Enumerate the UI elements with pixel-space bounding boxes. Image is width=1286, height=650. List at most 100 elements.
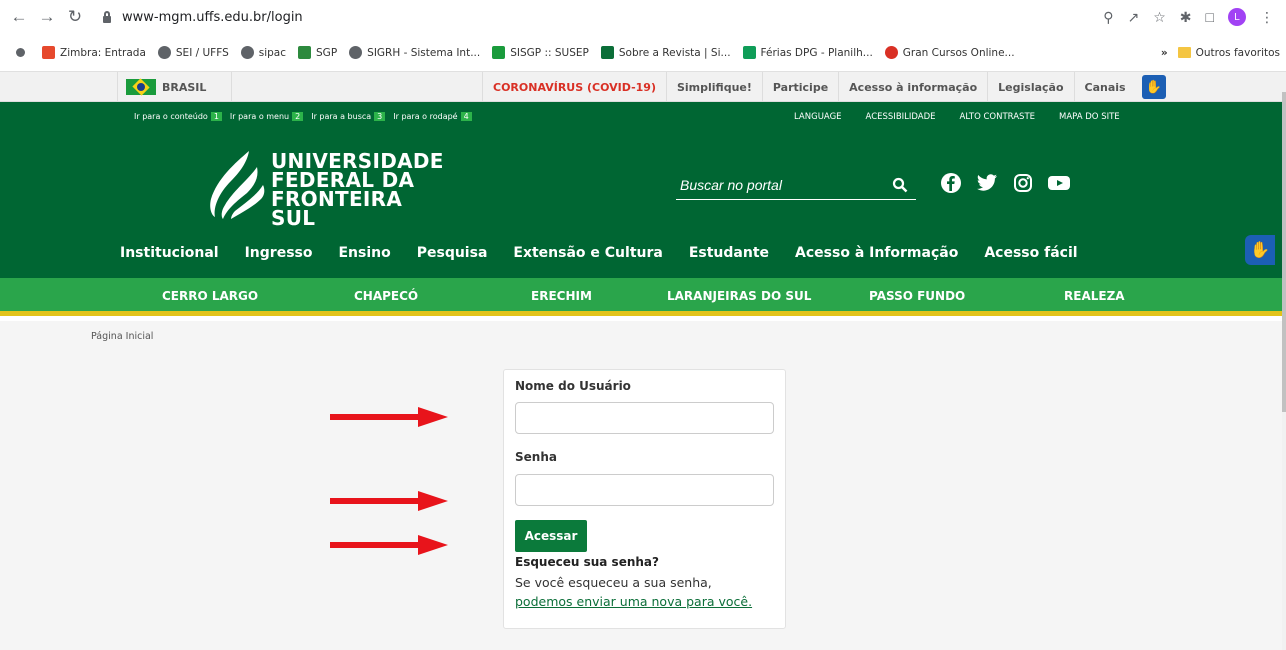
key-icon[interactable]: ⚲ [1103,9,1113,26]
main-menu: Institucional Ingresso Ensino Pesquisa E… [120,245,1104,261]
reset-password-link[interactable]: podemos enviar uma nova para você. [515,594,752,609]
annotation-arrow-icon [330,535,448,555]
gov-link-covid[interactable]: CORONAVÍRUS (COVID-19) [482,72,666,102]
gov-link-acesso-informacao[interactable]: Acesso à informação [838,72,987,102]
bookmark-globe-icon [240,46,254,59]
menu-extensao-cultura[interactable]: Extensão e Cultura [513,245,662,261]
gov-link-simplifique[interactable]: Simplifique! [665,72,762,102]
username-label: Nome do Usuário [515,379,631,393]
annotation-arrow-icon [330,491,448,511]
menu-pesquisa[interactable]: Pesquisa [417,245,488,261]
page-scrollbar[interactable] [1282,72,1286,650]
skip-link-content[interactable]: Ir para o conteúdo 1 [134,112,222,121]
forgot-password-title: Esqueceu sua senha? [515,555,659,569]
campus-passo-fundo[interactable]: PASSO FUNDO [869,289,965,303]
menu-estudante[interactable]: Estudante [689,245,769,261]
bookmark-item[interactable]: Gran Cursos Online... [884,46,1015,59]
page-content: Página Inicial Nome do Usuário Senha Ace… [0,321,1282,650]
bookmarks-bar: Zimbra: Entrada SEI / UFFS sipac SGP SIG… [0,34,1286,72]
bookmark-globe-icon [349,46,363,59]
address-bar[interactable]: www-mgm.uffs.edu.br/login [92,4,1103,30]
facebook-icon[interactable] [940,172,962,194]
accessibility-link[interactable]: ACESSIBILIDADE [866,112,936,122]
star-icon[interactable]: ☆ [1153,9,1166,26]
url-text[interactable]: www-mgm.uffs.edu.br/login [122,10,303,25]
bookmark-item[interactable]: SISGP :: SUSEP [492,46,589,59]
extensions-icon[interactable]: ✱ [1180,9,1192,26]
menu-ingresso[interactable]: Ingresso [245,245,313,261]
login-form: Nome do Usuário Senha Acessar Esqueceu s… [503,369,786,629]
youtube-icon[interactable] [1048,172,1070,194]
campus-chapeco[interactable]: CHAPECÓ [354,289,418,303]
gov-link-canais[interactable]: Canais [1073,72,1136,102]
libras-hands-icon[interactable]: ✋ [1245,235,1275,265]
uffs-logo[interactable]: UNIVERSIDADE FEDERAL DA FRONTEIRA SUL [205,149,443,228]
folder-icon [1177,47,1191,58]
skip-link-footer[interactable]: Ir para o rodapé 4 [393,112,472,121]
bookmark-favicon-icon [600,46,614,59]
forgot-password-text: Se você esqueceu a sua senha, podemos en… [515,575,753,609]
breadcrumb[interactable]: Página Inicial [91,331,153,342]
bookmark-item[interactable]: Férias DPG - Planilh... [742,46,873,59]
other-bookmarks-button[interactable]: Outros favoritos [1196,47,1280,59]
twitter-icon[interactable] [976,172,998,194]
campus-laranjeiras-do-sul[interactable]: LARANJEIRAS DO SUL [667,289,811,303]
high-contrast-link[interactable]: ALTO CONTRASTE [960,112,1035,122]
password-field[interactable] [515,474,774,506]
skip-link-search[interactable]: Ir para a busca 3 [311,112,386,121]
bookmark-item[interactable]: Zimbra: Entrada [42,46,146,59]
bookmarks-overflow-button[interactable]: » [1161,47,1168,59]
window-icon[interactable]: □ [1206,9,1214,25]
gov-link-participe[interactable]: Participe [761,72,838,102]
gov-bar: BRASIL CORONAVÍRUS (COVID-19) Simplifiqu… [0,72,1282,102]
campus-bar: CERRO LARGO CHAPECÓ ERECHIM LARANJEIRAS … [0,278,1282,316]
lock-icon [102,11,112,23]
campus-erechim[interactable]: ERECHIM [531,289,592,303]
username-field[interactable] [515,402,774,434]
skip-links: Ir para o conteúdo 1 Ir para o menu 2 Ir p… [134,112,472,121]
forward-icon[interactable]: → [36,6,58,28]
reload-icon[interactable]: ↻ [64,6,86,28]
menu-institucional[interactable]: Institucional [120,245,219,261]
campus-realeza[interactable]: REALEZA [1064,289,1125,303]
bookmark-globe-icon [157,46,171,59]
share-icon[interactable]: ↗ [1128,9,1140,26]
back-icon[interactable]: ← [8,6,30,28]
profile-avatar[interactable]: L [1228,8,1246,26]
bookmark-apps-icon[interactable] [16,48,30,57]
brazil-flag-icon [126,79,156,95]
accessibility-hands-icon[interactable]: ✋ [1141,75,1166,99]
bookmark-item[interactable]: sipac [240,46,286,59]
site-header: Ir para o conteúdo 1 Ir para o menu 2 Ir p… [0,102,1282,278]
bookmark-favicon-icon [492,46,506,59]
menu-ensino[interactable]: Ensino [338,245,390,261]
instagram-icon[interactable] [1012,172,1034,194]
skip-link-menu[interactable]: Ir para o menu 2 [230,112,304,121]
bookmark-favicon-icon [298,46,312,59]
browser-toolbar: ← → ↻ www-mgm.uffs.edu.br/login ⚲ ↗ ☆ ✱ … [0,0,1286,34]
bookmark-favicon-icon [884,46,898,59]
language-link[interactable]: LANGUAGE [794,112,842,122]
bookmark-favicon-icon [742,46,756,59]
uffs-flame-icon [210,151,265,219]
login-button[interactable]: Acessar [515,520,587,552]
bookmark-item[interactable]: SIGRH - Sistema Int... [349,46,480,59]
gov-brasil-link[interactable]: BRASIL [117,72,232,102]
scrollbar-thumb[interactable] [1282,92,1286,412]
password-label: Senha [515,450,557,464]
menu-dots-icon[interactable]: ⋮ [1260,9,1274,26]
search-icon[interactable] [892,177,908,193]
bookmark-item[interactable]: SGP [298,46,337,59]
bookmark-item[interactable]: SEI / UFFS [157,46,229,59]
campus-cerro-largo[interactable]: CERRO LARGO [162,289,258,303]
bookmark-favicon-icon [42,46,55,59]
university-name: UNIVERSIDADE FEDERAL DA FRONTEIRA SUL [271,149,444,230]
menu-acesso-informacao[interactable]: Acesso à Informação [795,245,958,261]
gov-link-legislacao[interactable]: Legislação [987,72,1073,102]
menu-acesso-facil[interactable]: Acesso fácil [984,245,1077,261]
annotation-arrow-icon [330,407,448,427]
sitemap-link[interactable]: MAPA DO SITE [1059,112,1120,122]
portal-search [676,172,916,200]
bookmark-item[interactable]: Sobre a Revista | Si... [600,46,731,59]
search-input[interactable] [676,172,876,198]
